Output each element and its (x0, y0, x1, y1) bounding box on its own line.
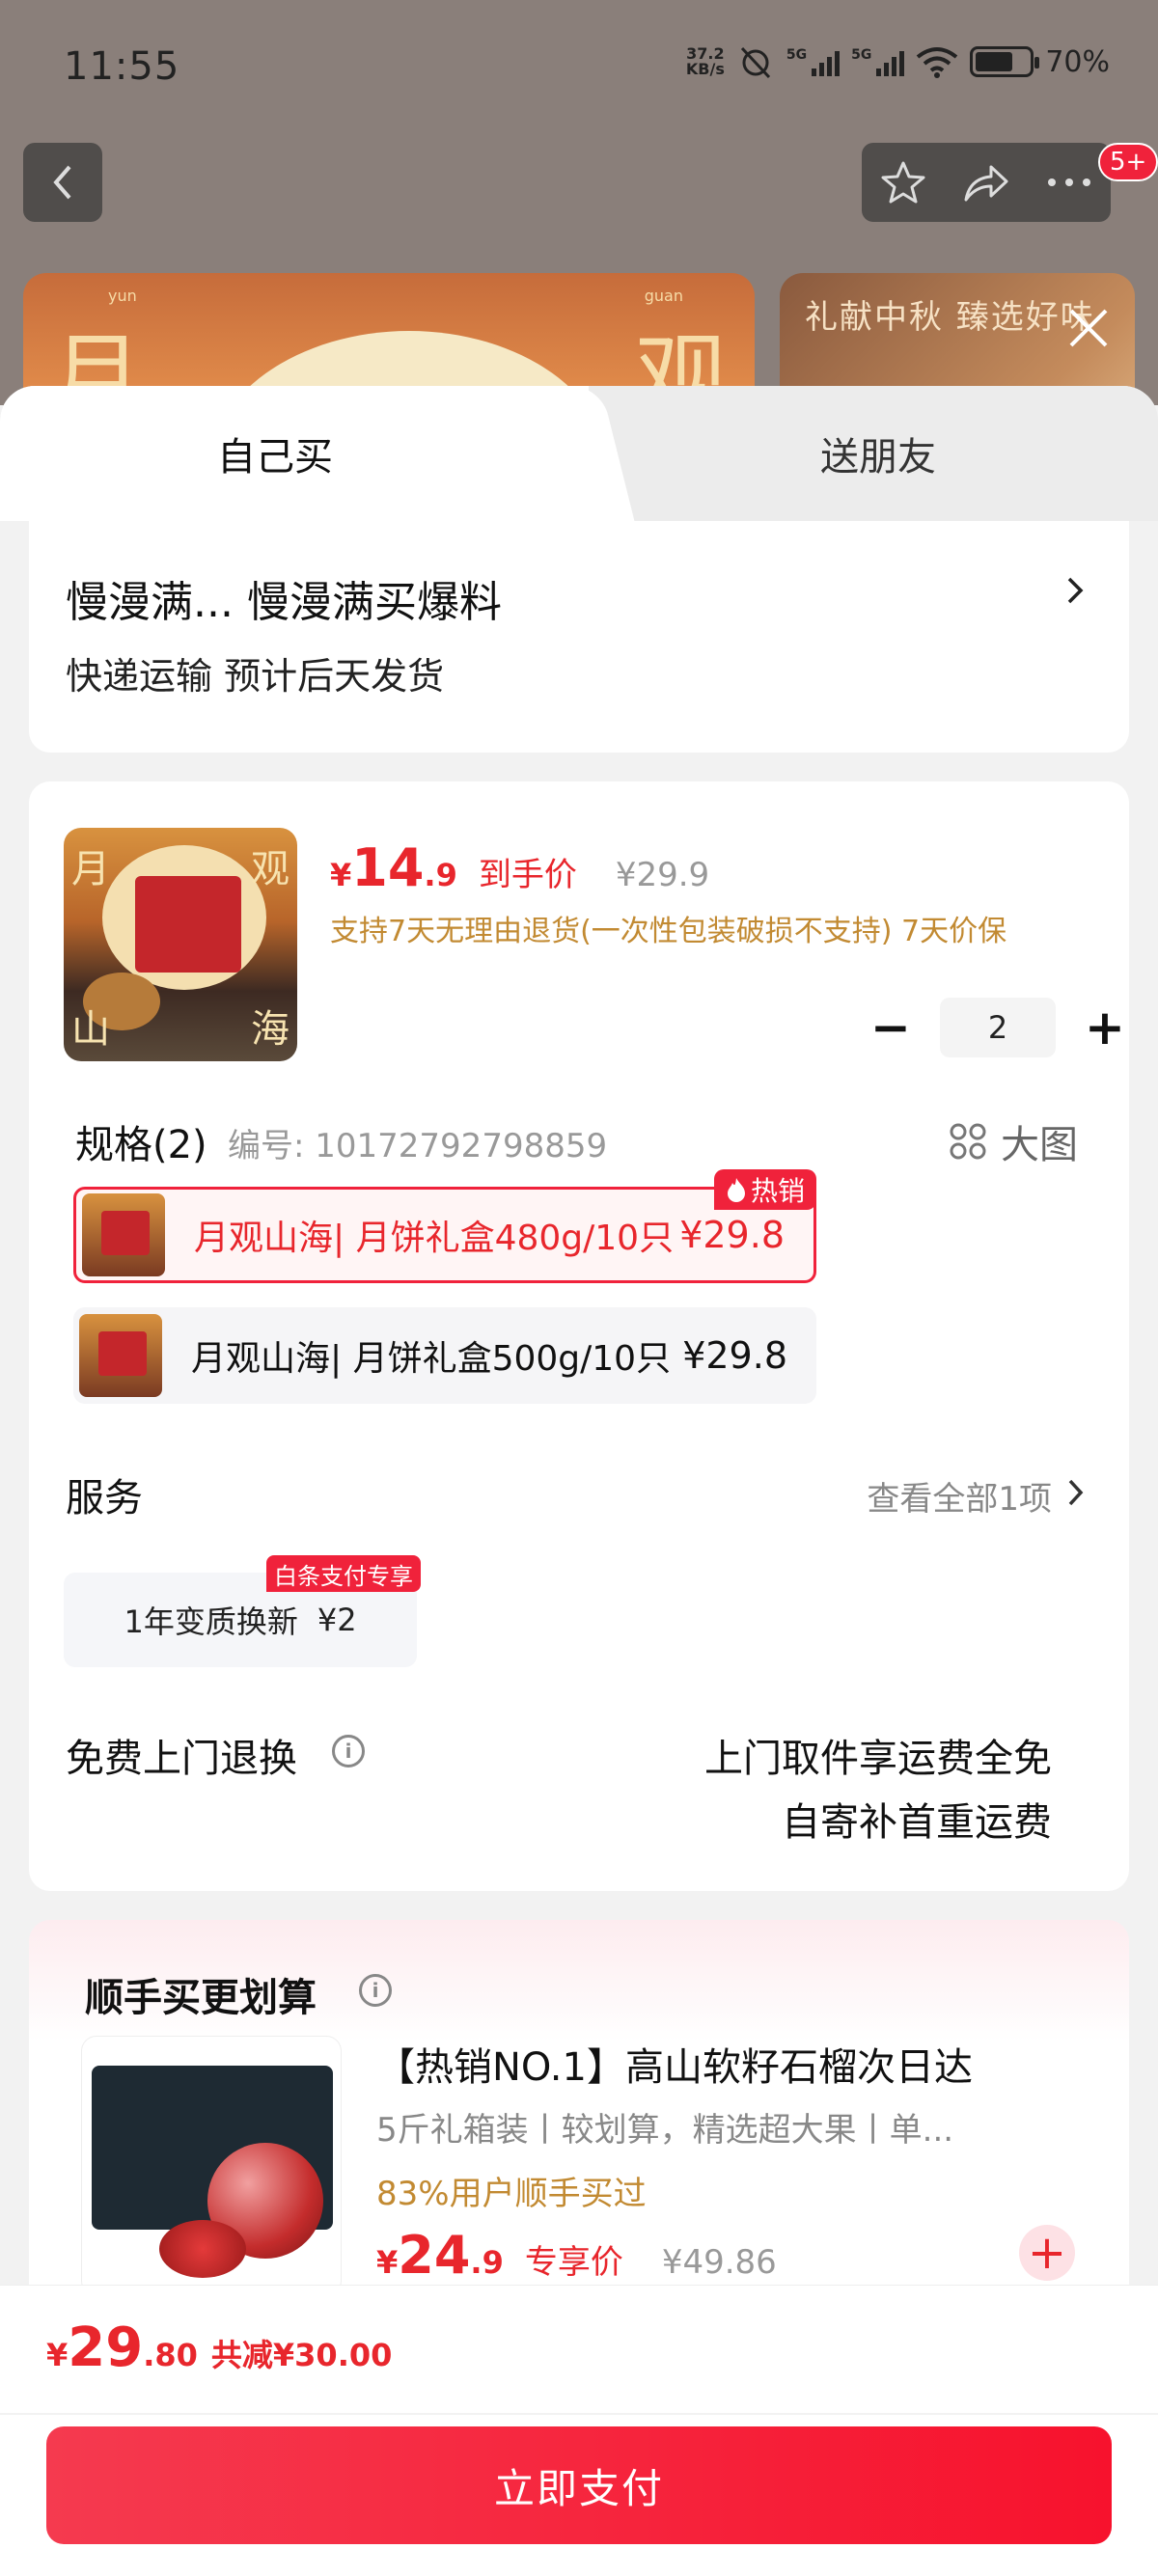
recommendation-title: 顺手买更划算 (85, 1976, 317, 2020)
return-pickup-text: 上门取件享运费全免 (704, 1737, 1052, 1781)
star-icon[interactable] (880, 159, 926, 206)
top-actions (862, 143, 1111, 222)
more-icon[interactable] (1046, 177, 1092, 188)
spec-thumbnail (82, 1193, 165, 1276)
quantity-input[interactable]: 2 (940, 998, 1056, 1057)
baitiao-badge: 白条支付专享 (266, 1555, 421, 1592)
spec-option-price: ¥29.8 (682, 1334, 787, 1377)
service-view-all[interactable]: 查看全部1项 (867, 1472, 1052, 1520)
service-option-price: ¥2 (317, 1602, 357, 1638)
tab-label: 自己买 (217, 435, 333, 480)
image-char: 海 (251, 1007, 290, 1052)
purchase-tabs: 送朋友 自己买 (0, 386, 1158, 521)
info-icon[interactable]: i (359, 1974, 392, 2007)
product-card: 月 观 山 海 ¥ 14 .9 到手价 ¥29.9 支持7天无理由退货(一次性包… (29, 781, 1129, 1891)
service-option-name: 1年变质换新 (124, 1603, 298, 1640)
price-decimal: .9 (470, 2244, 504, 2281)
recommended-product-image[interactable] (81, 2036, 342, 2296)
recommended-price-line: ¥ 24 .9 专享价 ¥49.86 (376, 2225, 777, 2286)
spec-thumbnail (79, 1314, 162, 1397)
back-button[interactable] (23, 143, 102, 222)
recommended-product-desc: 5斤礼箱装丨较划算，精选超大果丨单... (376, 2111, 954, 2150)
signal-icon: 5G (786, 47, 841, 76)
chevron-right-icon (1068, 1479, 1084, 1506)
big-picture-label: 大图 (1001, 1123, 1078, 1167)
grid-icon (950, 1123, 986, 1160)
image-char: 月 (71, 847, 110, 891)
signal-icon: 5G (851, 47, 905, 76)
product-image[interactable]: 月 观 山 海 (64, 828, 297, 1061)
battery-percent: 70% (1045, 44, 1110, 79)
quantity-stepper: − 2 + (861, 998, 1135, 1057)
spec-option-price: ¥29.8 (679, 1214, 785, 1256)
close-icon[interactable] (1062, 301, 1116, 355)
recommendation-card: 顺手买更划算 i 【热销NO.1】高山软籽石榴次日达 5斤礼箱装丨较划算，精选超… (29, 1920, 1129, 2325)
banner-pinyin: guan (644, 287, 683, 305)
chevron-right-icon (1067, 577, 1084, 604)
currency-symbol: ¥ (46, 2337, 69, 2373)
total-price: ¥ 29 .80 共减¥30.00 (46, 2316, 392, 2379)
status-bar: 11:55 37.2 KB/s 5G 5G 70% (0, 0, 1158, 135)
price-label: 专享价 (524, 2243, 623, 2282)
share-icon[interactable] (962, 161, 1010, 204)
image-char: 山 (71, 1007, 110, 1052)
spec-option[interactable]: 月观山海| 月饼礼盒500g/10只 ¥29.8 (73, 1307, 816, 1404)
price-line: ¥ 14 .9 到手价 ¥29.9 (330, 837, 709, 898)
recommended-product-name[interactable]: 【热销NO.1】高山软籽石榴次日达 (376, 2036, 973, 2092)
discount-text: 共减¥30.00 (210, 2337, 393, 2373)
banner-text: 礼献中秋 臻选好味 (805, 298, 1095, 337)
guarantee-text: 支持7天无理由退货(一次性包装破损不支持) 7天价保 (330, 915, 1007, 948)
spec-option-name: 月观山海| 月饼礼盒480g/10只 (194, 1219, 675, 1258)
total-integer: 29 (68, 2316, 144, 2379)
delivery-estimate: 快递运输 预计后天发货 (66, 655, 445, 698)
price-integer: 14 (351, 837, 425, 898)
tab-send-friend[interactable]: 送朋友 (598, 386, 1158, 521)
status-time: 11:55 (64, 44, 180, 89)
total-decimal: .80 (143, 2337, 198, 2373)
original-price: ¥49.86 (661, 2243, 777, 2282)
recommended-product-ratio: 83%用户顺手买过 (376, 2175, 647, 2213)
wifi-icon (917, 47, 958, 78)
network-speed: 37.2 KB/s (685, 44, 725, 78)
tab-buy-self[interactable]: 自己买 (0, 386, 589, 521)
chevron-left-icon (53, 165, 71, 200)
battery-icon (970, 46, 1040, 77)
free-return-title: 免费上门退换 (66, 1737, 297, 1781)
purchase-sheet: 送朋友 自己买 慢漫满... 慢漫满买爆料 快递运输 预计后天发货 月 观 山 … (0, 386, 1158, 2576)
add-to-order-button[interactable]: + (1019, 2225, 1075, 2281)
spec-option-name: 月观山海| 月饼礼盒500g/10只 (191, 1339, 672, 1379)
price-integer: 24 (398, 2225, 471, 2286)
banner-pinyin: yun (108, 287, 137, 305)
divider (0, 2413, 1158, 2415)
return-self-text: 自寄补首重运费 (782, 1800, 1052, 1845)
spec-option-selected[interactable]: 月观山海| 月饼礼盒480g/10只 ¥29.8 (73, 1187, 816, 1283)
spec-title: 规格(2) (75, 1123, 207, 1167)
address-title: 慢漫满... 慢漫满买爆料 (66, 578, 502, 627)
message-badge[interactable]: 5+ (1098, 143, 1158, 181)
decrease-button[interactable]: − (861, 998, 921, 1057)
service-title: 服务 (66, 1476, 143, 1521)
product-code: 编号: 10172792798859 (228, 1127, 608, 1165)
currency-symbol: ¥ (330, 857, 352, 893)
checkout-bar: ¥ 29 .80 共减¥30.00 立即支付 (0, 2285, 1158, 2576)
flame-icon (728, 1178, 745, 1202)
original-price: ¥29.9 (615, 856, 710, 894)
price-label: 到手价 (478, 856, 577, 894)
info-icon[interactable]: i (332, 1735, 365, 1768)
hot-sale-badge: 热销 (714, 1169, 817, 1210)
address-card[interactable]: 慢漫满... 慢漫满买爆料 快递运输 预计后天发货 (29, 521, 1129, 753)
big-picture-button[interactable]: 大图 (949, 1113, 1078, 1169)
status-indicators: 37.2 KB/s 5G 5G 70% (686, 44, 1110, 79)
image-char: 观 (251, 847, 290, 891)
currency-symbol: ¥ (376, 2244, 399, 2281)
increase-button[interactable]: + (1075, 998, 1135, 1057)
pay-now-button[interactable]: 立即支付 (46, 2426, 1112, 2544)
price-decimal: .9 (424, 857, 457, 893)
alarm-off-icon (740, 46, 770, 79)
